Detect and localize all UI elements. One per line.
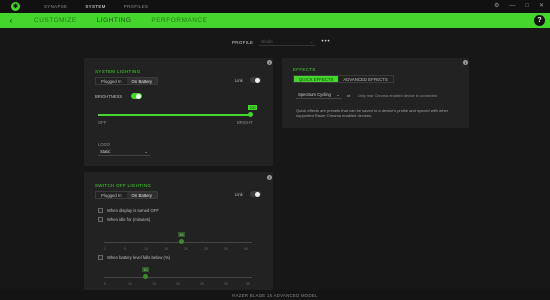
- chroma-note: Only rear Chroma enabled device is conne…: [358, 94, 438, 98]
- tab-plugged-in[interactable]: Plugged In: [96, 192, 127, 198]
- window-controls: ⚙ — □ ✕: [494, 2, 544, 10]
- effects-description: Quick effects are presets that can be sa…: [296, 108, 449, 119]
- info-icon[interactable]: i: [267, 60, 272, 65]
- sub-navigation: ‹ CUSTOMIZE LIGHTING PERFORMANCE ?: [0, 13, 550, 28]
- quick-effect-dropdown[interactable]: Spectrum Cycling ⌄: [296, 91, 342, 99]
- system-lighting-title: SYSTEM LIGHTING: [95, 69, 141, 74]
- brightness-slider-track[interactable]: [98, 114, 249, 116]
- logo-effect-dropdown[interactable]: Static ⌄: [98, 148, 150, 156]
- battery-tick: 35: [246, 282, 250, 286]
- logo-label: LOGO: [98, 142, 111, 147]
- maximize-icon[interactable]: □: [525, 2, 529, 10]
- link-toggle[interactable]: [250, 191, 261, 197]
- idle-tick: 45: [244, 247, 248, 251]
- device-footer: RAZER BLADE 15 ADVANCED MODEL: [0, 290, 550, 300]
- system-lighting-panel: i SYSTEM LIGHTING Plugged In On Battery …: [84, 58, 273, 166]
- idle-tick: 20: [184, 247, 188, 251]
- info-icon[interactable]: i: [267, 175, 272, 180]
- profile-value: Blade: [261, 39, 273, 44]
- power-mode-tabs: Plugged In On Battery: [95, 77, 159, 85]
- idle-checkbox[interactable]: [98, 217, 103, 222]
- brightness-label: BRIGHTNESS: [95, 94, 123, 99]
- brightness-min-label: OFF: [98, 120, 107, 125]
- brightness-max-label: BRIGHT: [237, 120, 253, 125]
- profile-dropdown[interactable]: Blade ⌄: [259, 38, 316, 46]
- close-icon[interactable]: ✕: [539, 2, 544, 10]
- battery-tick: 20: [176, 282, 180, 286]
- display-off-label: When display is turned OFF: [107, 208, 159, 213]
- battery-tick: 30: [224, 282, 228, 286]
- settings-icon[interactable]: ⚙: [494, 2, 499, 10]
- razer-logo-icon[interactable]: ✱: [11, 2, 20, 11]
- brightness-toggle[interactable]: [131, 93, 142, 99]
- tab-on-battery[interactable]: On Battery: [126, 192, 158, 198]
- top-tab-system[interactable]: SYSTEM: [85, 4, 105, 9]
- quick-effect-value: Spectrum Cycling: [298, 92, 331, 97]
- idle-tick: 15: [164, 247, 168, 251]
- help-icon[interactable]: ?: [534, 15, 545, 26]
- display-off-checkbox[interactable]: [98, 208, 103, 213]
- battery-tick: 10: [128, 282, 132, 286]
- minimize-icon[interactable]: —: [509, 2, 515, 10]
- synapse-window: ✱ SYNAPSE SYSTEM PROFILES ⚙ — □ ✕ ‹ CUST…: [0, 0, 550, 300]
- device-name: RAZER BLADE 15 ADVANCED MODEL: [232, 292, 318, 298]
- tab-on-battery[interactable]: On Battery: [126, 78, 158, 84]
- more-options-icon[interactable]: •••: [321, 39, 330, 45]
- link-label: Link: [235, 192, 243, 197]
- battery-tick: 15: [152, 282, 156, 286]
- idle-tick: 5: [124, 247, 126, 251]
- battery-level-value: 10: [142, 267, 149, 272]
- chevron-down-icon: ⌄: [336, 92, 340, 97]
- idle-slider-handle[interactable]: [179, 239, 184, 244]
- battery-tick: 25: [200, 282, 204, 286]
- battery-level-slider-handle[interactable]: [143, 274, 148, 279]
- idle-tick: 10: [144, 247, 148, 251]
- idle-tick: 1: [104, 247, 106, 251]
- profile-row: PROFILE Blade ⌄ •••: [232, 38, 331, 46]
- idle-label: When idle for (minutes): [107, 217, 151, 222]
- back-arrow-icon[interactable]: ‹: [6, 16, 16, 26]
- switch-off-lighting-panel: i SWITCH OFF LIGHTING Plugged In On Batt…: [84, 172, 273, 290]
- tab-performance[interactable]: PERFORMANCE: [151, 17, 207, 24]
- link-label: Link: [235, 78, 243, 83]
- tab-customize[interactable]: CUSTOMIZE: [34, 17, 77, 24]
- sync-icon[interactable]: ⇄: [347, 93, 351, 98]
- power-mode-tabs: Plugged In On Battery: [95, 191, 159, 199]
- tab-advanced-effects[interactable]: ADVANCED EFFECTS: [338, 76, 392, 82]
- effects-panel: i EFFECTS QUICK EFFECTS ADVANCED EFFECTS…: [282, 58, 469, 128]
- battery-tick: 5: [104, 282, 106, 286]
- battery-level-slider-track[interactable]: [104, 277, 252, 278]
- profile-label: PROFILE: [232, 39, 254, 45]
- tab-plugged-in[interactable]: Plugged In: [96, 78, 127, 84]
- chevron-down-icon: ⌄: [144, 149, 148, 154]
- brightness-value: 100: [248, 105, 257, 110]
- tab-quick-effects[interactable]: QUICK EFFECTS: [294, 76, 339, 82]
- top-tab-profiles[interactable]: PROFILES: [124, 4, 149, 9]
- switch-off-lighting-title: SWITCH OFF LIGHTING: [95, 183, 152, 188]
- top-tab-synapse[interactable]: SYNAPSE: [44, 4, 67, 9]
- idle-slider-track[interactable]: [104, 242, 252, 243]
- tab-lighting[interactable]: LIGHTING: [97, 17, 132, 24]
- battery-level-checkbox[interactable]: [98, 255, 103, 260]
- info-icon[interactable]: i: [463, 60, 468, 65]
- effects-title: EFFECTS: [293, 67, 316, 72]
- idle-tick: 30: [224, 247, 228, 251]
- logo-effect-value: Static: [100, 149, 111, 154]
- title-bar: ✱ SYNAPSE SYSTEM PROFILES ⚙ — □ ✕: [0, 0, 550, 13]
- chevron-down-icon: ⌄: [309, 38, 314, 44]
- idle-tick: 25: [204, 247, 208, 251]
- link-toggle[interactable]: [250, 77, 261, 83]
- battery-level-label: When battery level falls below (%): [107, 255, 171, 260]
- brightness-slider-handle[interactable]: [248, 112, 253, 117]
- idle-value: 15: [178, 232, 185, 237]
- effects-tabs: QUICK EFFECTS ADVANCED EFFECTS: [293, 75, 394, 83]
